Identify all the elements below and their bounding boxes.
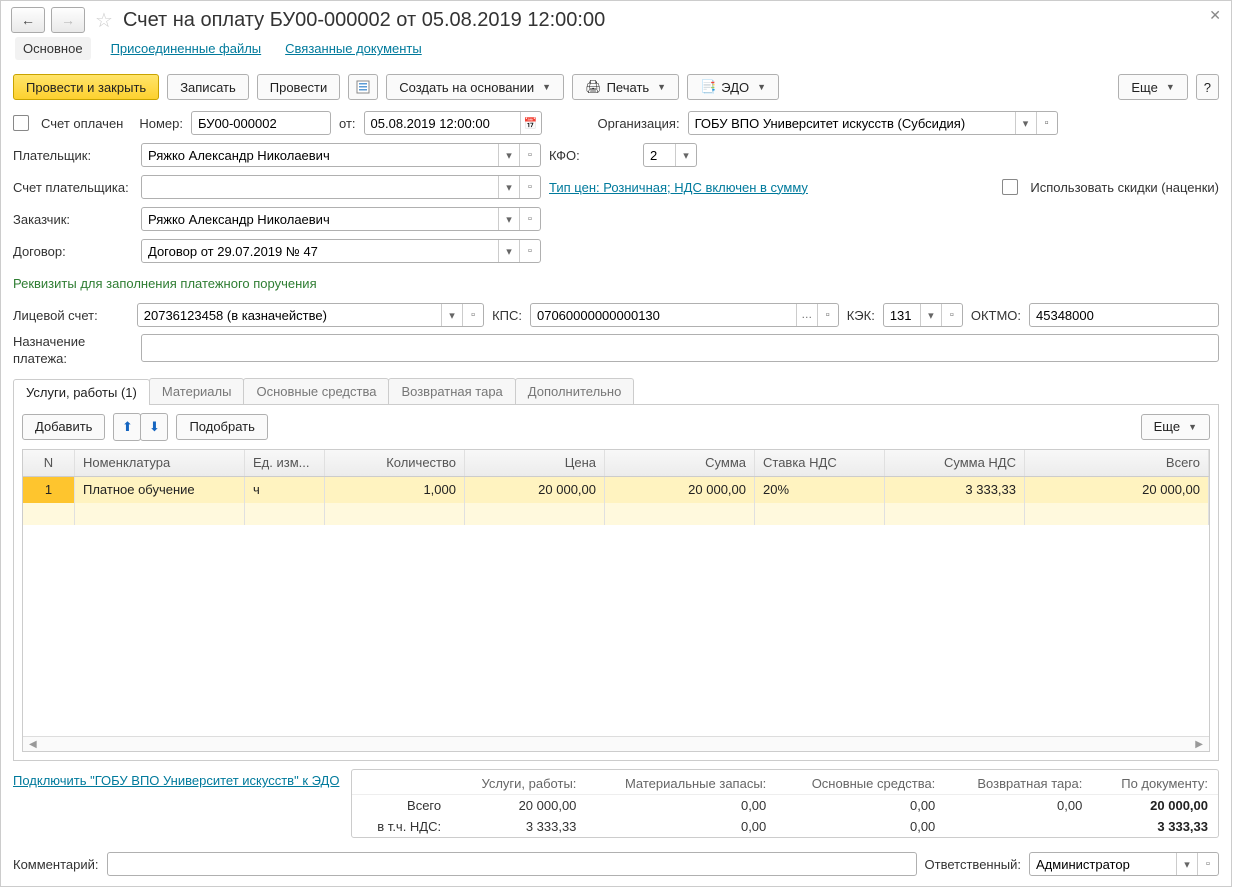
print-button[interactable]: 🖨Печать▼	[572, 74, 679, 100]
pers-acc-label: Лицевой счет:	[13, 308, 129, 323]
dropdown-icon[interactable]: ▾	[1015, 112, 1036, 134]
create-based-button[interactable]: Создать на основании▼	[386, 74, 564, 100]
post-and-close-button[interactable]: Провести и закрыть	[13, 74, 159, 100]
paid-label: Счет оплачен	[41, 116, 123, 131]
edo-button[interactable]: 📑ЭДО▼	[687, 74, 779, 100]
number-label: Номер:	[139, 116, 183, 131]
table-row-extra[interactable]	[23, 503, 1209, 525]
contract-label: Договор:	[13, 244, 133, 259]
comment-field[interactable]	[107, 852, 917, 876]
close-icon[interactable]: ✕	[1209, 7, 1221, 24]
requisites-caption: Реквизиты для заполнения платежного пору…	[13, 276, 317, 291]
nav-forward-button[interactable]: →	[51, 7, 85, 33]
customer-label: Заказчик:	[13, 212, 133, 227]
pick-button[interactable]: Подобрать	[176, 414, 267, 440]
tab-materials[interactable]: Материалы	[149, 378, 245, 404]
number-field[interactable]	[191, 111, 331, 135]
payer-acc-field[interactable]: ▾▫	[141, 175, 541, 199]
kek-field[interactable]: ▾▫	[883, 303, 963, 327]
subnav-files[interactable]: Присоединенные файлы	[107, 37, 266, 60]
kfo-field[interactable]: ▾	[643, 143, 697, 167]
nav-back-button[interactable]: ←	[11, 7, 45, 33]
payer-label: Плательщик:	[13, 148, 133, 163]
grid-scrollbar[interactable]: ◀▶	[23, 736, 1209, 751]
paid-checkbox[interactable]	[13, 115, 29, 131]
calendar-icon[interactable]: 📅	[520, 112, 541, 134]
move-down-button[interactable]: ⬇	[140, 413, 168, 441]
report-icon[interactable]	[348, 74, 378, 100]
comment-label: Комментарий:	[13, 857, 99, 872]
kps-field[interactable]: …▫	[530, 303, 839, 327]
payer-field[interactable]: ▾▫	[141, 143, 541, 167]
kfo-label: КФО:	[549, 148, 579, 163]
subnav-linked[interactable]: Связанные документы	[281, 37, 426, 60]
tab-more-button[interactable]: Еще▼	[1141, 414, 1210, 440]
from-label: от:	[339, 116, 356, 131]
price-type-link[interactable]: Тип цен: Розничная; НДС включен в сумму	[549, 180, 808, 195]
tab-extra[interactable]: Дополнительно	[515, 378, 635, 404]
pers-acc-field[interactable]: ▾▫	[137, 303, 484, 327]
open-icon[interactable]: ▫	[1036, 112, 1057, 134]
table-row[interactable]: 1 Платное обучение ч 1,000 20 000,00 20 …	[23, 477, 1209, 503]
more-button[interactable]: Еще▼	[1118, 74, 1187, 100]
tab-services[interactable]: Услуги, работы (1)	[13, 379, 150, 405]
post-button[interactable]: Провести	[257, 74, 341, 100]
edo-icon: 📑	[700, 79, 716, 95]
purpose-field[interactable]	[141, 334, 1219, 362]
totals-panel: Услуги, работы: Материальные запасы: Осн…	[351, 769, 1219, 838]
payer-acc-label: Счет плательщика:	[13, 180, 133, 195]
tab-tare[interactable]: Возвратная тара	[388, 378, 515, 404]
discount-label: Использовать скидки (наценки)	[1030, 180, 1219, 195]
org-label: Организация:	[598, 116, 680, 131]
responsible-field[interactable]: ▾▫	[1029, 852, 1219, 876]
customer-field[interactable]: ▾▫	[141, 207, 541, 231]
add-row-button[interactable]: Добавить	[22, 414, 105, 440]
discount-checkbox[interactable]	[1002, 179, 1018, 195]
oktmo-field[interactable]	[1029, 303, 1219, 327]
date-field[interactable]: 📅	[364, 111, 542, 135]
org-field[interactable]: ▾▫	[688, 111, 1058, 135]
responsible-label: Ответственный:	[925, 857, 1021, 872]
tab-assets[interactable]: Основные средства	[243, 378, 389, 404]
purpose-label: Назначение платежа:	[13, 334, 133, 368]
oktmo-label: ОКТМО:	[971, 308, 1021, 323]
favorite-icon[interactable]: ☆	[95, 8, 113, 33]
help-button[interactable]: ?	[1196, 74, 1219, 100]
print-icon: 🖨	[585, 79, 602, 95]
save-button[interactable]: Записать	[167, 74, 249, 100]
grid-header: N Номенклатура Ед. изм... Количество Цен…	[23, 450, 1209, 477]
subnav-main[interactable]: Основное	[15, 37, 91, 60]
kek-label: КЭК:	[847, 308, 875, 323]
connect-edo-link[interactable]: Подключить "ГОБУ ВПО Университет искусст…	[13, 769, 339, 788]
kps-label: КПС:	[492, 308, 522, 323]
move-up-button[interactable]: ⬆	[113, 413, 141, 441]
page-title: Счет на оплату БУ00-000002 от 05.08.2019…	[123, 9, 605, 32]
contract-field[interactable]: ▾▫	[141, 239, 541, 263]
